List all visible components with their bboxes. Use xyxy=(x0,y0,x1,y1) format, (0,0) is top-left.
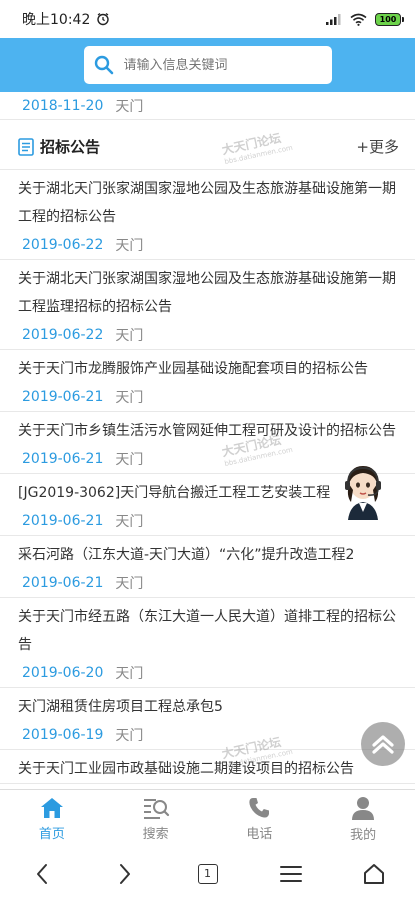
tab-search-label: 搜索 xyxy=(142,826,169,842)
hamburger-menu-icon xyxy=(279,865,302,882)
item-place: 天门 xyxy=(115,514,144,530)
item-place: 天门 xyxy=(115,728,144,744)
tab-search[interactable]: 搜索 xyxy=(104,790,208,847)
item-meta: 2019-06-22 天门 xyxy=(0,231,399,259)
tab-mine[interactable]: 我的 xyxy=(311,790,415,847)
tab-mine-label: 我的 xyxy=(350,827,377,843)
item-date: 2019-06-21 xyxy=(22,389,104,405)
search-list-icon xyxy=(143,798,169,819)
item-date: 2019-06-21 xyxy=(22,513,104,529)
search-box[interactable] xyxy=(83,46,332,84)
more-link[interactable]: +更多 xyxy=(356,136,399,157)
status-time-group: 晚上10:42 xyxy=(22,9,110,29)
system-navigation-bar: 1 xyxy=(0,847,415,900)
item-place: 天门 xyxy=(115,452,144,468)
search-icon xyxy=(94,55,113,75)
item-date: 2019-06-19 xyxy=(22,727,104,743)
status-bar: 晚上10:42 100 xyxy=(0,0,415,38)
tab-phone-label: 电话 xyxy=(246,826,273,842)
list-item[interactable]: 关于湖北天门张家湖国家湿地公园及生态旅游基础设施第一期工程监理招标的招标公告 2… xyxy=(0,260,415,350)
tabs-button[interactable]: 1 xyxy=(188,854,228,894)
item-date: 2019-06-21 xyxy=(22,451,104,467)
item-title: 关于天门市乡镇生活污水管网延伸工程可研及设计的招标公告 xyxy=(18,423,396,439)
main-content: 2018-11-20 天门 招标公告 +更多 关于湖北天门张家湖国家湿地公园及生… xyxy=(0,92,415,789)
item-title: 关于湖北天门张家湖国家湿地公园及生态旅游基础设施第一期工程的招标公告 xyxy=(18,181,396,225)
item-date: 2019-06-22 xyxy=(22,327,104,343)
document-icon xyxy=(18,137,34,156)
item-date: 2019-06-20 xyxy=(22,665,104,681)
section-header: 招标公告 +更多 xyxy=(0,124,415,170)
signal-icon xyxy=(326,14,341,25)
item-date: 2019-06-22 xyxy=(22,237,104,253)
item-place: 天门 xyxy=(115,390,144,406)
list-item[interactable]: 关于天门市龙腾服饰产业园基础设施配套项目的招标公告 2019-06-21 天门 xyxy=(0,350,415,412)
menu-button[interactable] xyxy=(271,854,311,894)
tab-home[interactable]: 首页 xyxy=(0,790,104,847)
chevron-right-icon xyxy=(119,863,130,884)
phone-icon xyxy=(249,797,270,818)
tab-home-label: 首页 xyxy=(38,826,65,842)
house-outline-icon xyxy=(363,863,384,884)
tabs-count: 1 xyxy=(204,867,211,880)
list-item[interactable]: 采石河路（江东大道-天门大道）“六化”提升改造工程2 2019-06-21 天门 xyxy=(0,536,415,598)
list-item[interactable]: 关于湖北天门张家湖国家湿地公园及生态旅游基础设施第一期工程的招标公告 2019-… xyxy=(0,170,415,260)
battery-icon: 100 xyxy=(375,12,404,26)
previous-item-meta[interactable]: 2018-11-20 天门 xyxy=(0,92,415,120)
item-title: 关于湖北天门张家湖国家湿地公园及生态旅游基础设施第一期工程监理招标的招标公告 xyxy=(18,271,396,315)
item-place: 天门 xyxy=(115,666,144,682)
customer-service-avatar[interactable] xyxy=(340,460,386,522)
scroll-to-top-button[interactable] xyxy=(361,722,405,766)
item-place: 天门 xyxy=(115,238,144,254)
wifi-icon xyxy=(350,13,367,26)
headset-agent-icon xyxy=(345,466,381,520)
item-meta: 2019-06-20 天门 xyxy=(0,659,399,687)
item-meta: 2019-06-21 天门 xyxy=(0,383,399,411)
status-icons: 100 xyxy=(326,12,404,26)
item-place: 天门 xyxy=(115,576,144,592)
item-meta: 2019-06-21 天门 xyxy=(0,569,399,597)
search-input[interactable] xyxy=(123,57,314,73)
list-item[interactable]: 关于天门工业园市政基础设施二期建设项目的招标公告 xyxy=(0,750,415,784)
item-date: 2018-11-20 xyxy=(22,97,104,114)
item-title: 天门湖租赁住房项目工程总承包5 xyxy=(18,699,223,715)
item-date: 2019-06-21 xyxy=(22,575,104,591)
chevron-left-icon xyxy=(36,863,47,884)
double-chevron-up-icon xyxy=(372,735,394,754)
tab-phone[interactable]: 电话 xyxy=(208,790,312,847)
section-title: 招标公告 xyxy=(40,138,101,156)
item-place: 天门 xyxy=(115,328,144,344)
item-title: 关于天门市龙腾服饰产业园基础设施配套项目的招标公告 xyxy=(18,361,368,377)
home-page-button[interactable] xyxy=(354,854,394,894)
status-time: 晚上10:42 xyxy=(22,12,91,28)
forward-button[interactable] xyxy=(105,854,145,894)
back-button[interactable] xyxy=(22,854,62,894)
list-item[interactable]: 关于天门市经五路（东江大道一人民大道）道排工程的招标公告 2019-06-20 … xyxy=(0,598,415,688)
list-item[interactable]: 天门湖租赁住房项目工程总承包5 2019-06-19 天门 xyxy=(0,688,415,750)
alarm-icon xyxy=(97,12,110,26)
bottom-tab-bar: 首页 搜索 电话 我的 xyxy=(0,789,415,847)
battery-level: 100 xyxy=(379,14,397,24)
search-header xyxy=(0,38,415,92)
home-icon xyxy=(40,797,63,818)
item-meta: 2019-06-19 天门 xyxy=(0,721,399,749)
item-title: 关于天门市经五路（东江大道一人民大道）道排工程的招标公告 xyxy=(18,609,396,653)
tabs-count-icon: 1 xyxy=(197,863,218,884)
item-title: 关于天门工业园市政基础设施二期建设项目的招标公告 xyxy=(18,761,354,777)
user-icon xyxy=(352,796,375,820)
item-place: 天门 xyxy=(115,98,144,115)
item-meta: 2019-06-22 天门 xyxy=(0,321,399,349)
item-title: 采石河路（江东大道-天门大道）“六化”提升改造工程2 xyxy=(18,547,355,563)
